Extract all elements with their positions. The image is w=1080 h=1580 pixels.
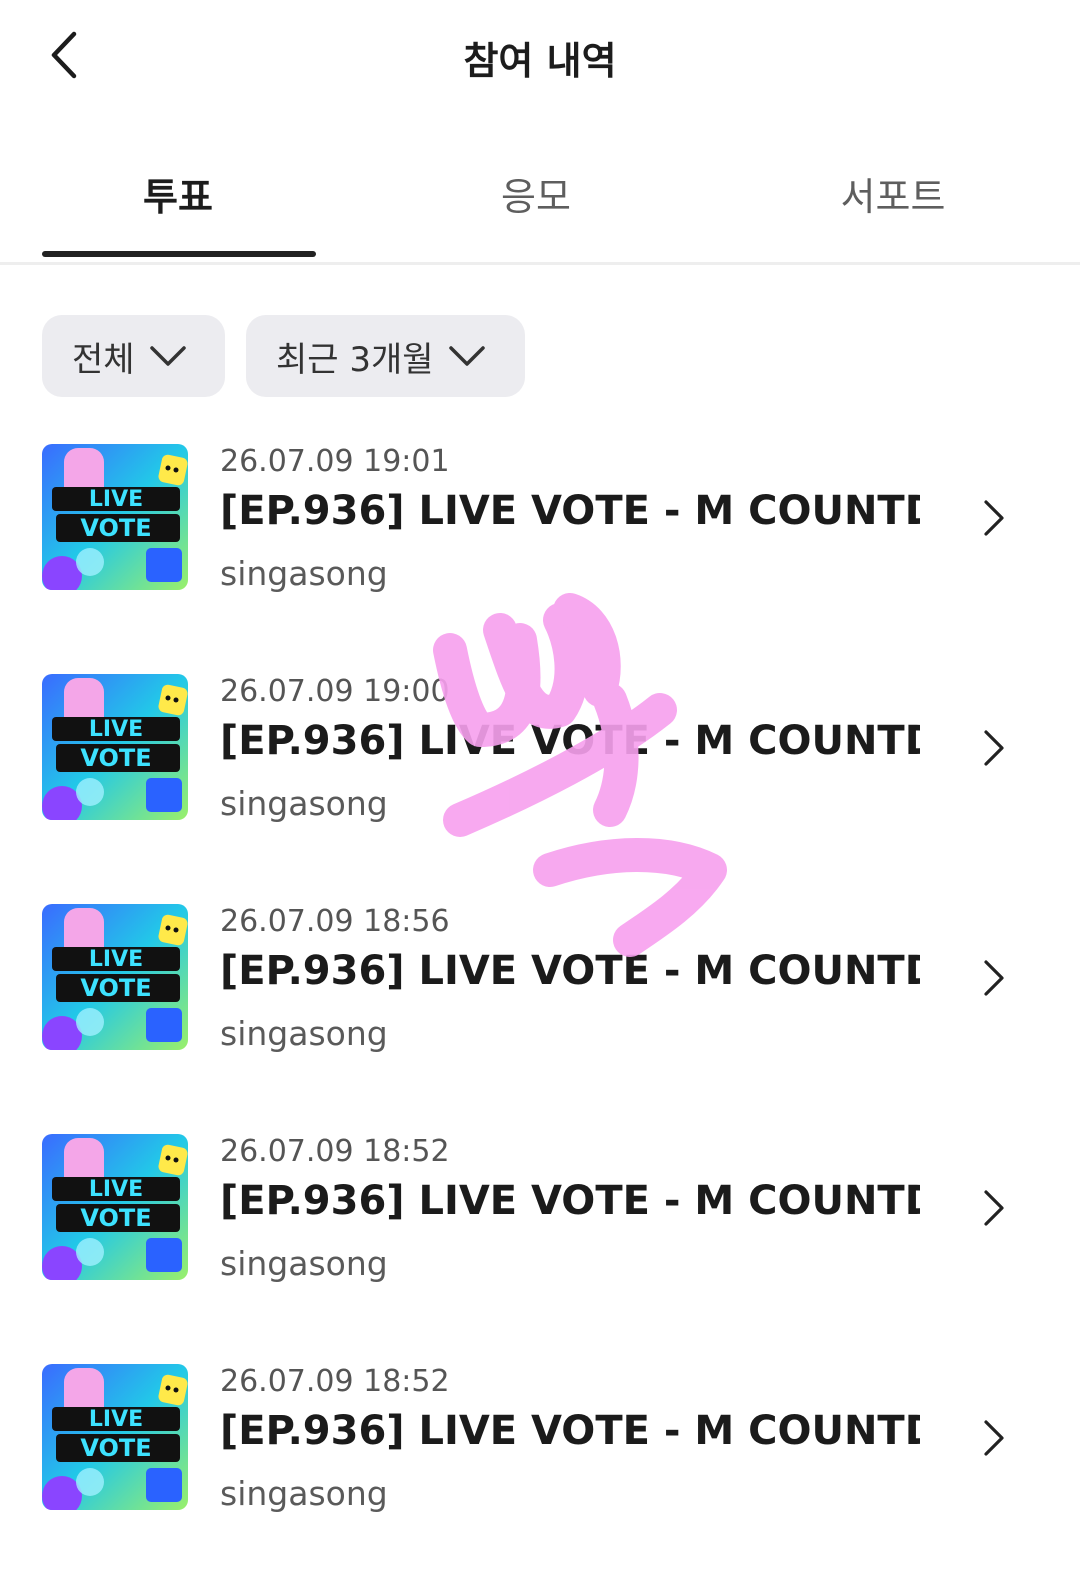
item-date: 26.07.09 19:01 [220,444,450,479]
item-channel: singasong [220,1244,388,1283]
thumbnail-image: LIVE VOTE [42,1364,188,1510]
chevron-left-icon [51,31,77,79]
back-button[interactable] [40,26,96,84]
item-title: [EP.936] LIVE VOTE - M COUNTD... [220,1178,920,1224]
item-channel: singasong [220,554,388,593]
item-date: 26.07.09 18:52 [220,1364,450,1399]
thumbnail-image: LIVE VOTE [42,444,188,590]
active-tab-indicator [42,251,316,257]
chevron-right-icon [984,1420,1004,1456]
item-date: 26.07.09 18:52 [220,1134,450,1169]
thumb-text-vote: VOTE [80,744,151,772]
item-date: 26.07.09 18:56 [220,904,450,939]
item-title: [EP.936] LIVE VOTE - M COUNTD... [220,948,920,994]
list-item[interactable]: LIVE VOTE 26.07.09 18:52 [EP.936] LIVE V… [0,1364,1080,1514]
chevron-right-icon [984,960,1004,996]
page-title: 참여 내역 [463,39,617,83]
thumb-text-vote: VOTE [80,1204,151,1232]
thumb-text-live: LIVE [89,487,143,512]
chevron-right-icon [984,1190,1004,1226]
item-channel: singasong [220,1474,388,1513]
tab-entry[interactable]: 응모 [386,166,686,221]
thumb-text-vote: VOTE [80,514,151,542]
chevron-right-icon [984,500,1004,536]
thumbnail-image: LIVE VOTE [42,904,188,1050]
list-item[interactable]: LIVE VOTE 26.07.09 19:00 [EP.936] LIVE V… [0,674,1080,824]
item-title: [EP.936] LIVE VOTE - M COUNTD... [220,488,920,534]
filter-period-dropdown[interactable]: 최근 3개월 [246,315,525,397]
chevron-right-icon [984,730,1004,766]
item-title: [EP.936] LIVE VOTE - M COUNTD... [220,1408,920,1454]
chevron-down-icon [149,346,186,366]
list-item[interactable]: LIVE VOTE 26.07.09 19:01 [EP.936] LIVE V… [0,444,1080,594]
thumbnail-image: LIVE VOTE [42,674,188,820]
thumb-text-live: LIVE [89,947,143,972]
item-title: [EP.936] LIVE VOTE - M COUNTD... [220,718,920,764]
chevron-down-icon [448,346,485,366]
tab-support[interactable]: 서포트 [743,166,1043,221]
filter-all-dropdown[interactable]: 전체 [42,315,225,397]
thumbnail-image: LIVE VOTE [42,1134,188,1280]
thumb-text-vote: VOTE [80,974,151,1002]
thumb-text-live: LIVE [89,717,143,742]
item-date: 26.07.09 19:00 [220,674,450,709]
thumb-text-live: LIVE [89,1177,143,1202]
header: 참여 내역 [0,0,1080,110]
tab-vote[interactable]: 투표 [28,166,328,221]
filter-all-label: 전체 [72,339,135,380]
thumb-text-vote: VOTE [80,1434,151,1462]
list-item[interactable]: LIVE VOTE 26.07.09 18:56 [EP.936] LIVE V… [0,904,1080,1054]
thumb-text-live: LIVE [89,1407,143,1432]
filter-period-label: 최근 3개월 [276,339,434,380]
item-channel: singasong [220,1014,388,1053]
tab-bar: 투표 응모 서포트 [0,140,1080,265]
list-item[interactable]: LIVE VOTE 26.07.09 18:52 [EP.936] LIVE V… [0,1134,1080,1284]
item-channel: singasong [220,784,388,823]
